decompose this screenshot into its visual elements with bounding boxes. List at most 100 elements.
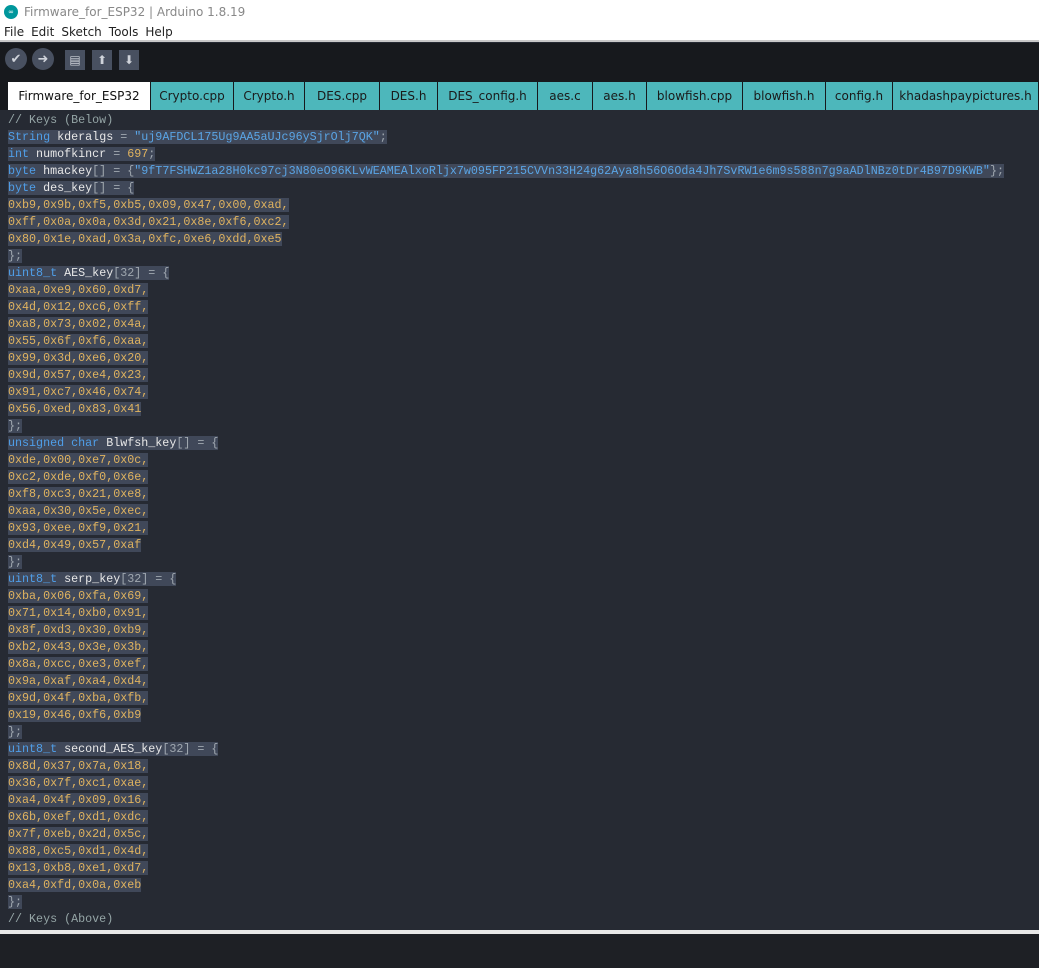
code-line: 0xde,0x00,0xe7,0x0c,	[8, 452, 1039, 469]
code-line: 0x8d,0x37,0x7a,0x18,	[8, 758, 1039, 775]
selected-text: };	[8, 895, 23, 909]
code-token: kderalgs	[50, 130, 121, 144]
arrow-down-icon: ⬇	[123, 53, 135, 67]
selected-text: 0x56,0xed,0x83,0x41	[8, 402, 142, 416]
selected-text: 0x55,0x6f,0xf6,0xaa,	[8, 334, 149, 348]
arrow-right-icon: ➜	[37, 51, 49, 67]
code-line: uint8_t second_AES_key[32] = {	[8, 741, 1039, 758]
code-line: 0x99,0x3d,0xe6,0x20,	[8, 350, 1039, 367]
code-token: unsigned char	[8, 436, 100, 450]
code-token: // Keys (Above)	[8, 912, 114, 926]
tab-des-config-h[interactable]: DES_config.h	[437, 82, 537, 110]
save-button[interactable]: ⬇	[119, 50, 139, 70]
code-line: 0xaa,0x30,0x5e,0xec,	[8, 503, 1039, 520]
tab-crypto-cpp[interactable]: Crypto.cpp	[150, 82, 233, 110]
code-token: 0x6b,0xef,0xd1,0xdc,	[8, 810, 149, 824]
code-line: 0xba,0x06,0xfa,0x69,	[8, 588, 1039, 605]
code-line: 0x9a,0xaf,0xa4,0xd4,	[8, 673, 1039, 690]
new-button[interactable]: ▤	[65, 50, 85, 70]
console-area	[0, 934, 1039, 968]
menu-tools[interactable]: Tools	[109, 25, 139, 39]
tab-des-h[interactable]: DES.h	[379, 82, 437, 110]
selected-text: 0xde,0x00,0xe7,0x0c,	[8, 453, 149, 467]
code-line: // Keys (Below)	[8, 112, 1039, 129]
tab-firmware-for-esp32[interactable]: Firmware_for_ESP32	[7, 82, 150, 110]
code-line: 0xff,0x0a,0x0a,0x3d,0x21,0x8e,0xf6,0xc2,	[8, 214, 1039, 231]
code-line: 0x80,0x1e,0xad,0x3a,0xfc,0xe6,0xdd,0xe5	[8, 231, 1039, 248]
code-token: 0xb2,0x43,0x3e,0x3b,	[8, 640, 149, 654]
tab-config-h[interactable]: config.h	[825, 82, 892, 110]
code-token: uint8_t	[8, 572, 58, 586]
selected-text: };	[8, 725, 23, 739]
selected-text: };	[8, 419, 23, 433]
selected-text: 0xba,0x06,0xfa,0x69,	[8, 589, 149, 603]
code-token: };	[8, 419, 23, 433]
selected-text: 0x9d,0x57,0xe4,0x23,	[8, 368, 149, 382]
code-token: 0xaa,0x30,0x5e,0xec,	[8, 504, 149, 518]
code-token: // Keys (Below)	[8, 113, 114, 127]
code-token: 0x71,0x14,0xb0,0x91,	[8, 606, 149, 620]
tab-aes-h[interactable]: aes.h	[592, 82, 646, 110]
selected-text: int numofkincr = 697;	[8, 147, 156, 161]
code-token: int	[8, 147, 30, 161]
code-token: 0x8d,0x37,0x7a,0x18,	[8, 759, 149, 773]
menu-file[interactable]: File	[4, 25, 24, 39]
code-token: 0x8f,0xd3,0x30,0xb9,	[8, 623, 149, 637]
code-editor[interactable]: // Keys (Below) String kderalgs = "uj9AFD…	[0, 110, 1039, 930]
tab-aes-c[interactable]: aes.c	[537, 82, 592, 110]
code-token: 0x8a,0xcc,0xe3,0xef,	[8, 657, 149, 671]
window-title: Firmware_for_ESP32 | Arduino 1.8.19	[24, 5, 246, 19]
selected-text: 0xff,0x0a,0x0a,0x3d,0x21,0x8e,0xf6,0xc2,	[8, 215, 289, 229]
verify-button[interactable]: ✔	[5, 48, 27, 70]
tab-khadashpaypictures-h[interactable]: khadashpaypictures.h	[892, 82, 1038, 110]
menu-help[interactable]: Help	[145, 25, 172, 39]
code-line: 0x56,0xed,0x83,0x41	[8, 401, 1039, 418]
code-token: 0x93,0xee,0xf9,0x21,	[8, 521, 149, 535]
code-line: 0xa4,0xfd,0x0a,0xeb	[8, 877, 1039, 894]
code-line: 0x6b,0xef,0xd1,0xdc,	[8, 809, 1039, 826]
code-token: uint8_t	[8, 266, 58, 280]
selected-text: 0x8a,0xcc,0xe3,0xef,	[8, 657, 149, 671]
code-token: 0x4d,0x12,0xc6,0xff,	[8, 300, 149, 314]
selected-text: 0xa8,0x73,0x02,0x4a,	[8, 317, 149, 331]
code-line: // Keys (Above)	[8, 911, 1039, 928]
selected-text: 0xa4,0xfd,0x0a,0xeb	[8, 878, 142, 892]
code-token: 0x88,0xc5,0xd1,0x4d,	[8, 844, 149, 858]
code-token: [32] = {	[113, 266, 170, 280]
code-line: 0x91,0xc7,0x46,0x74,	[8, 384, 1039, 401]
code-line: 0xf8,0xc3,0x21,0xe8,	[8, 486, 1039, 503]
code-token: 0x99,0x3d,0xe6,0x20,	[8, 351, 149, 365]
code-token: };	[8, 895, 23, 909]
open-button[interactable]: ⬆	[92, 50, 112, 70]
code-token: [32] = {	[120, 572, 177, 586]
code-line: 0xb2,0x43,0x3e,0x3b,	[8, 639, 1039, 656]
code-token: =	[113, 147, 128, 161]
selected-text: byte des_key[] = {	[8, 181, 135, 195]
selected-text: 0x71,0x14,0xb0,0x91,	[8, 606, 149, 620]
code-token: =	[120, 130, 135, 144]
menu-sketch[interactable]: Sketch	[61, 25, 101, 39]
menu-edit[interactable]: Edit	[31, 25, 54, 39]
code-line: };	[8, 894, 1039, 911]
code-token: 0x9d,0x4f,0xba,0xfb,	[8, 691, 149, 705]
selected-text: 0xb9,0x9b,0xf5,0xb5,0x09,0x47,0x00,0xad,	[8, 198, 289, 212]
code-line: };	[8, 554, 1039, 571]
code-token: 697	[127, 147, 149, 161]
code-token: 0x9a,0xaf,0xa4,0xd4,	[8, 674, 149, 688]
code-line: 0x71,0x14,0xb0,0x91,	[8, 605, 1039, 622]
code-token: serp_key	[57, 572, 121, 586]
line-text: // Keys (Below)	[8, 113, 113, 127]
code-token: 0xde,0x00,0xe7,0x0c,	[8, 453, 149, 467]
code-token: };	[8, 725, 23, 739]
tab-blowfish-h[interactable]: blowfish.h	[742, 82, 825, 110]
tab-crypto-h[interactable]: Crypto.h	[233, 82, 304, 110]
tab-blowfish-cpp[interactable]: blowfish.cpp	[646, 82, 742, 110]
tab-des-cpp[interactable]: DES.cpp	[304, 82, 379, 110]
code-line: 0x36,0x7f,0xc1,0xae,	[8, 775, 1039, 792]
selected-text: unsigned char Blwfsh_key[] = {	[8, 436, 219, 450]
code-line: 0xa4,0x4f,0x09,0x16,	[8, 792, 1039, 809]
upload-button[interactable]: ➜	[32, 48, 54, 70]
selected-text: 0xc2,0xde,0xf0,0x6e,	[8, 470, 149, 484]
selected-text: 0x91,0xc7,0x46,0x74,	[8, 385, 149, 399]
code-token: ;	[148, 147, 156, 161]
